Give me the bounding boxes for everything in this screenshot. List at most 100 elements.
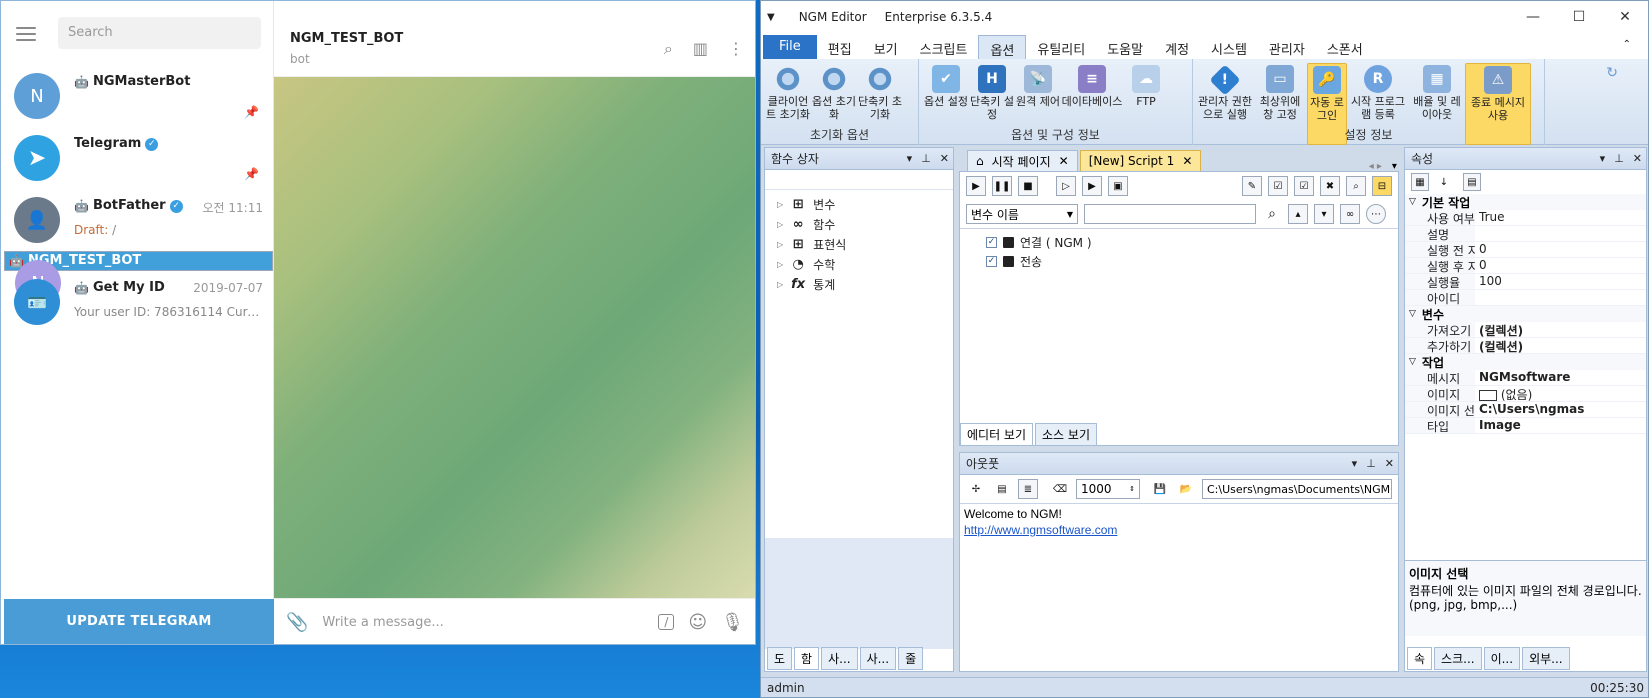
search-input[interactable]: Search — [58, 17, 261, 49]
tab-start-page[interactable]: ⌂ 시작 페이지 ✕ — [967, 150, 1078, 172]
property-pages-icon[interactable]: ▤ — [1463, 173, 1481, 191]
close-icon[interactable]: ✕ — [1059, 154, 1069, 168]
tab-script-1[interactable]: [New] Script 1 ✕ — [1079, 150, 1202, 172]
property-row[interactable]: 설명 — [1405, 226, 1646, 242]
chat-item-telegram[interactable]: ➤ Telegram ✓ 📌 — [4, 127, 273, 189]
update-telegram-button[interactable]: UPDATE TELEGRAM — [4, 599, 274, 644]
run-selected-icon[interactable]: ▣ — [1108, 176, 1128, 196]
tab-left-3[interactable]: 사... — [821, 647, 858, 670]
menu-admin[interactable]: 관리자 — [1258, 35, 1316, 59]
infinity-icon[interactable]: ∞ — [1340, 204, 1360, 224]
delete-icon[interactable]: ✖ — [1320, 176, 1340, 196]
line-count-stepper[interactable]: 1000 ⇕ — [1076, 479, 1140, 499]
chat-item-ngm-test-bot[interactable]: N 🤖NGM_TEST_BOT — [4, 251, 273, 306]
sidebar-toggle-icon[interactable]: ▥ — [693, 39, 708, 59]
menu-edit[interactable]: 편집 — [817, 35, 863, 59]
ribbon-collapse-icon[interactable]: ⌃ — [1612, 35, 1642, 59]
check-icon[interactable]: ☑ — [1294, 176, 1314, 196]
tab-editor-view[interactable]: 에디터 보기 — [960, 423, 1034, 446]
eraser-icon[interactable]: ⌫ — [1050, 479, 1070, 499]
chat-item-get-my-id[interactable]: 🪪 🤖 Get My ID 2019-07-07 Your user ID: 78… — [4, 271, 273, 333]
menu-view[interactable]: 보기 — [863, 35, 909, 59]
edit-icon[interactable]: ✎ — [1242, 176, 1262, 196]
pin-icon[interactable]: ⊥ — [921, 148, 931, 170]
tab-right-3[interactable]: 이... — [1483, 647, 1521, 670]
microphone-icon[interactable]: 🎙 — [721, 612, 744, 633]
search-icon[interactable]: ⌕ — [1262, 204, 1282, 224]
close-icon[interactable]: ✕ — [1182, 154, 1192, 168]
close-icon[interactable]: ✕ — [940, 148, 949, 170]
property-row[interactable]: 아이디 — [1405, 290, 1646, 306]
up-icon[interactable]: ▴ — [1288, 204, 1308, 224]
tree-item-stats[interactable]: ▷ fx 통계 — [765, 274, 953, 294]
menu-system[interactable]: 시스템 — [1200, 35, 1258, 59]
checkbox[interactable]: ✓ — [986, 256, 997, 267]
menu-account[interactable]: 계정 — [1154, 35, 1200, 59]
play-icon[interactable]: ▶ — [966, 176, 986, 196]
step-icon[interactable]: ▷ — [1056, 176, 1076, 196]
more-icon[interactable]: ⋯ — [1366, 204, 1386, 224]
tab-right-1[interactable]: 속 — [1407, 647, 1433, 670]
minimize-icon[interactable]: — — [1510, 1, 1556, 33]
property-row[interactable]: 추가하기 (컬렉션) — [1405, 338, 1646, 354]
menu-sponsor[interactable]: 스폰서 — [1316, 35, 1374, 59]
chat-item-ngmasterbot[interactable]: N 🤖 NGMasterBot 📌 — [4, 65, 273, 127]
property-row[interactable]: 실행 전 지연0 — [1405, 242, 1646, 258]
window-menu-icon[interactable]: ▼ — [767, 12, 775, 23]
close-icon[interactable]: ✕ — [1385, 453, 1394, 475]
stop-icon[interactable]: ■ — [1018, 176, 1038, 196]
output-link[interactable]: http://www.ngmsoftware.com — [964, 522, 1394, 538]
script-item-send[interactable]: ✓ 전송 — [960, 252, 1398, 271]
emoji-icon[interactable]: ☺ — [688, 612, 707, 633]
variable-value-input[interactable] — [1084, 204, 1256, 224]
refresh-icon[interactable]: ↻ — [1606, 65, 1618, 81]
function-search-input[interactable] — [765, 170, 953, 190]
sort-az-icon[interactable]: ↓ — [1435, 173, 1453, 191]
menu-file[interactable]: File — [763, 35, 817, 59]
dropdown-icon[interactable]: ▾ — [1600, 148, 1606, 170]
tab-left-4[interactable]: 사... — [859, 647, 897, 670]
tab-right-2[interactable]: 스크... — [1434, 647, 1482, 670]
run-icon[interactable]: ▶ — [1082, 176, 1102, 196]
tab-source-view[interactable]: 소스 보기 — [1035, 423, 1097, 446]
bug-icon[interactable]: ✢ — [966, 479, 986, 499]
property-row[interactable]: 가져오기 (컬렉션) — [1405, 322, 1646, 338]
variable-name-select[interactable]: 변수 이름 ▼ — [966, 204, 1078, 224]
close-icon[interactable]: ✕ — [1633, 148, 1642, 170]
pause-icon[interactable]: ❚❚ — [992, 176, 1012, 196]
close-icon[interactable]: ✕ — [1602, 1, 1648, 33]
property-category[interactable]: ▽ 작업 — [1405, 354, 1646, 370]
list-icon[interactable]: ≣ — [1018, 479, 1038, 499]
property-row[interactable]: 실행율 100 — [1405, 274, 1646, 290]
chat-item-botfather[interactable]: 👤 🤖 BotFather ✓ 오전 11:11 Draft: / — [4, 189, 273, 251]
check-all-icon[interactable]: ☑ — [1268, 176, 1288, 196]
property-category[interactable]: ▽ 변수 — [1405, 306, 1646, 322]
property-row[interactable]: 이미지 선택C:\Users\ngmas — [1405, 402, 1646, 418]
menu-icon[interactable] — [16, 27, 36, 41]
attach-icon[interactable]: 📎 — [286, 612, 308, 633]
more-vert-icon[interactable]: ⋮ — [728, 39, 744, 59]
tab-left-1[interactable]: 도 — [767, 647, 793, 670]
tree-item-math[interactable]: ▷ ◔ 수학 — [765, 254, 953, 274]
dropdown-icon[interactable]: ▾ — [1352, 453, 1358, 475]
tab-left-5[interactable]: 줄 — [898, 647, 924, 670]
dropdown-icon[interactable]: ▾ — [907, 148, 913, 170]
tab-left-2[interactable]: 함 — [794, 647, 820, 670]
property-category[interactable]: ▽ 기본 작업 — [1405, 194, 1646, 210]
menu-script[interactable]: 스크립트 — [909, 35, 979, 59]
pin-icon[interactable]: ⊥ — [1614, 148, 1624, 170]
checkbox[interactable]: ✓ — [986, 237, 997, 248]
search-icon[interactable]: ⌕ — [1346, 176, 1366, 196]
property-row[interactable]: 사용 여부 True — [1405, 210, 1646, 226]
property-row[interactable]: 이미지 (없음) — [1405, 386, 1646, 402]
tree-icon[interactable]: ⊟ — [1372, 176, 1392, 196]
folder-icon[interactable]: 📂 — [1176, 479, 1196, 499]
property-row[interactable]: 타입 Image — [1405, 418, 1646, 434]
pin-icon[interactable]: ⊥ — [1366, 453, 1376, 475]
output-path-input[interactable]: C:\Users\ngmas\Documents\NGM6\ — [1202, 479, 1392, 499]
down-icon[interactable]: ▾ — [1314, 204, 1334, 224]
property-row[interactable]: 메시지 NGMsoftware — [1405, 370, 1646, 386]
message-input[interactable]: Write a message... — [322, 615, 644, 630]
menu-utility[interactable]: 유틸리티 — [1026, 35, 1096, 59]
document-icon[interactable]: ▤ — [992, 479, 1012, 499]
